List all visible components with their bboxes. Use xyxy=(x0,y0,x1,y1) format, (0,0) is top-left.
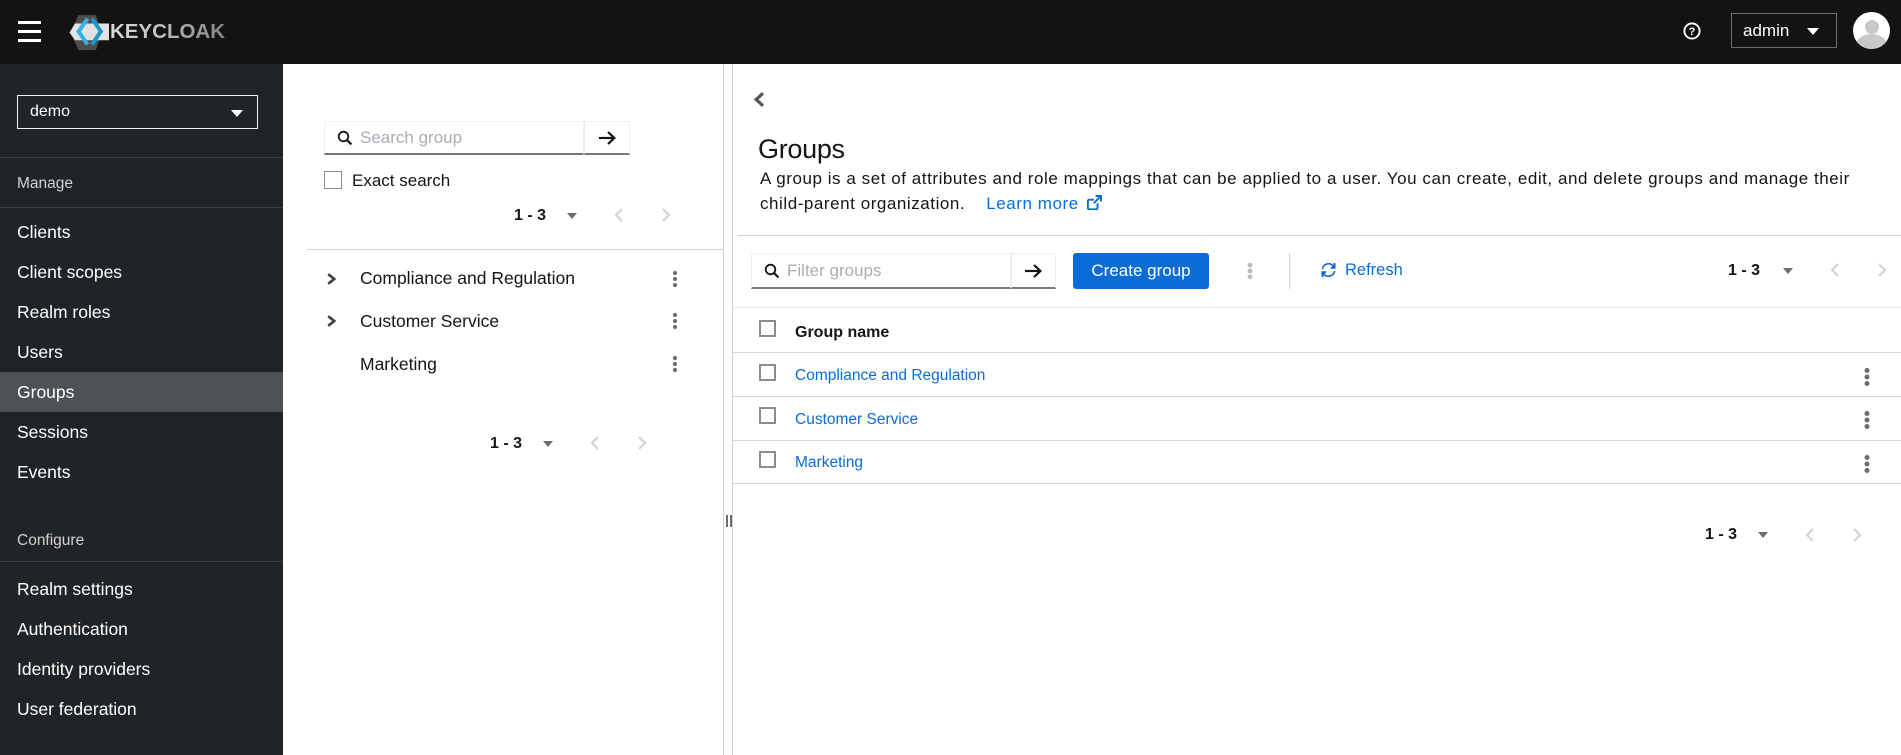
svg-text:?: ? xyxy=(1689,26,1696,38)
